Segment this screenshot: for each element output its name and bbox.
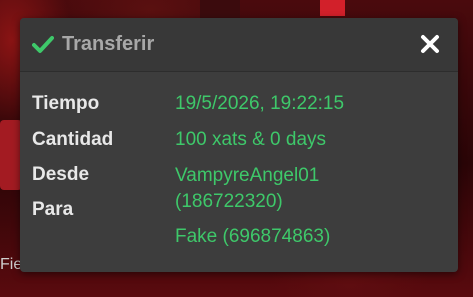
- value-from-name: VampyreAngel01: [175, 165, 320, 186]
- transfer-dialog: Transferir Tiempo 19/5/2026, 19:22:15 Ca…: [20, 18, 458, 272]
- label-from: Desde: [32, 164, 90, 185]
- label-amount: Cantidad: [32, 129, 114, 150]
- label-to: Para: [32, 199, 74, 220]
- dialog-title: Transferir: [62, 33, 155, 55]
- background-decoration: [320, 0, 345, 16]
- label-time: Tiempo: [32, 93, 100, 114]
- close-icon[interactable]: [419, 33, 441, 55]
- check-icon: [32, 36, 54, 53]
- value-time: 19/5/2026, 19:22:15: [175, 93, 345, 114]
- dialog-header: Transferir: [20, 18, 458, 72]
- value-from-id: (186722320): [175, 191, 283, 212]
- value-to: Fake (696874863): [175, 226, 331, 247]
- value-amount: 100 xats & 0 days: [175, 129, 327, 150]
- background-decoration: [0, 120, 22, 190]
- background-decoration: [200, 0, 240, 18]
- background-partial-text: Fie: [0, 256, 23, 273]
